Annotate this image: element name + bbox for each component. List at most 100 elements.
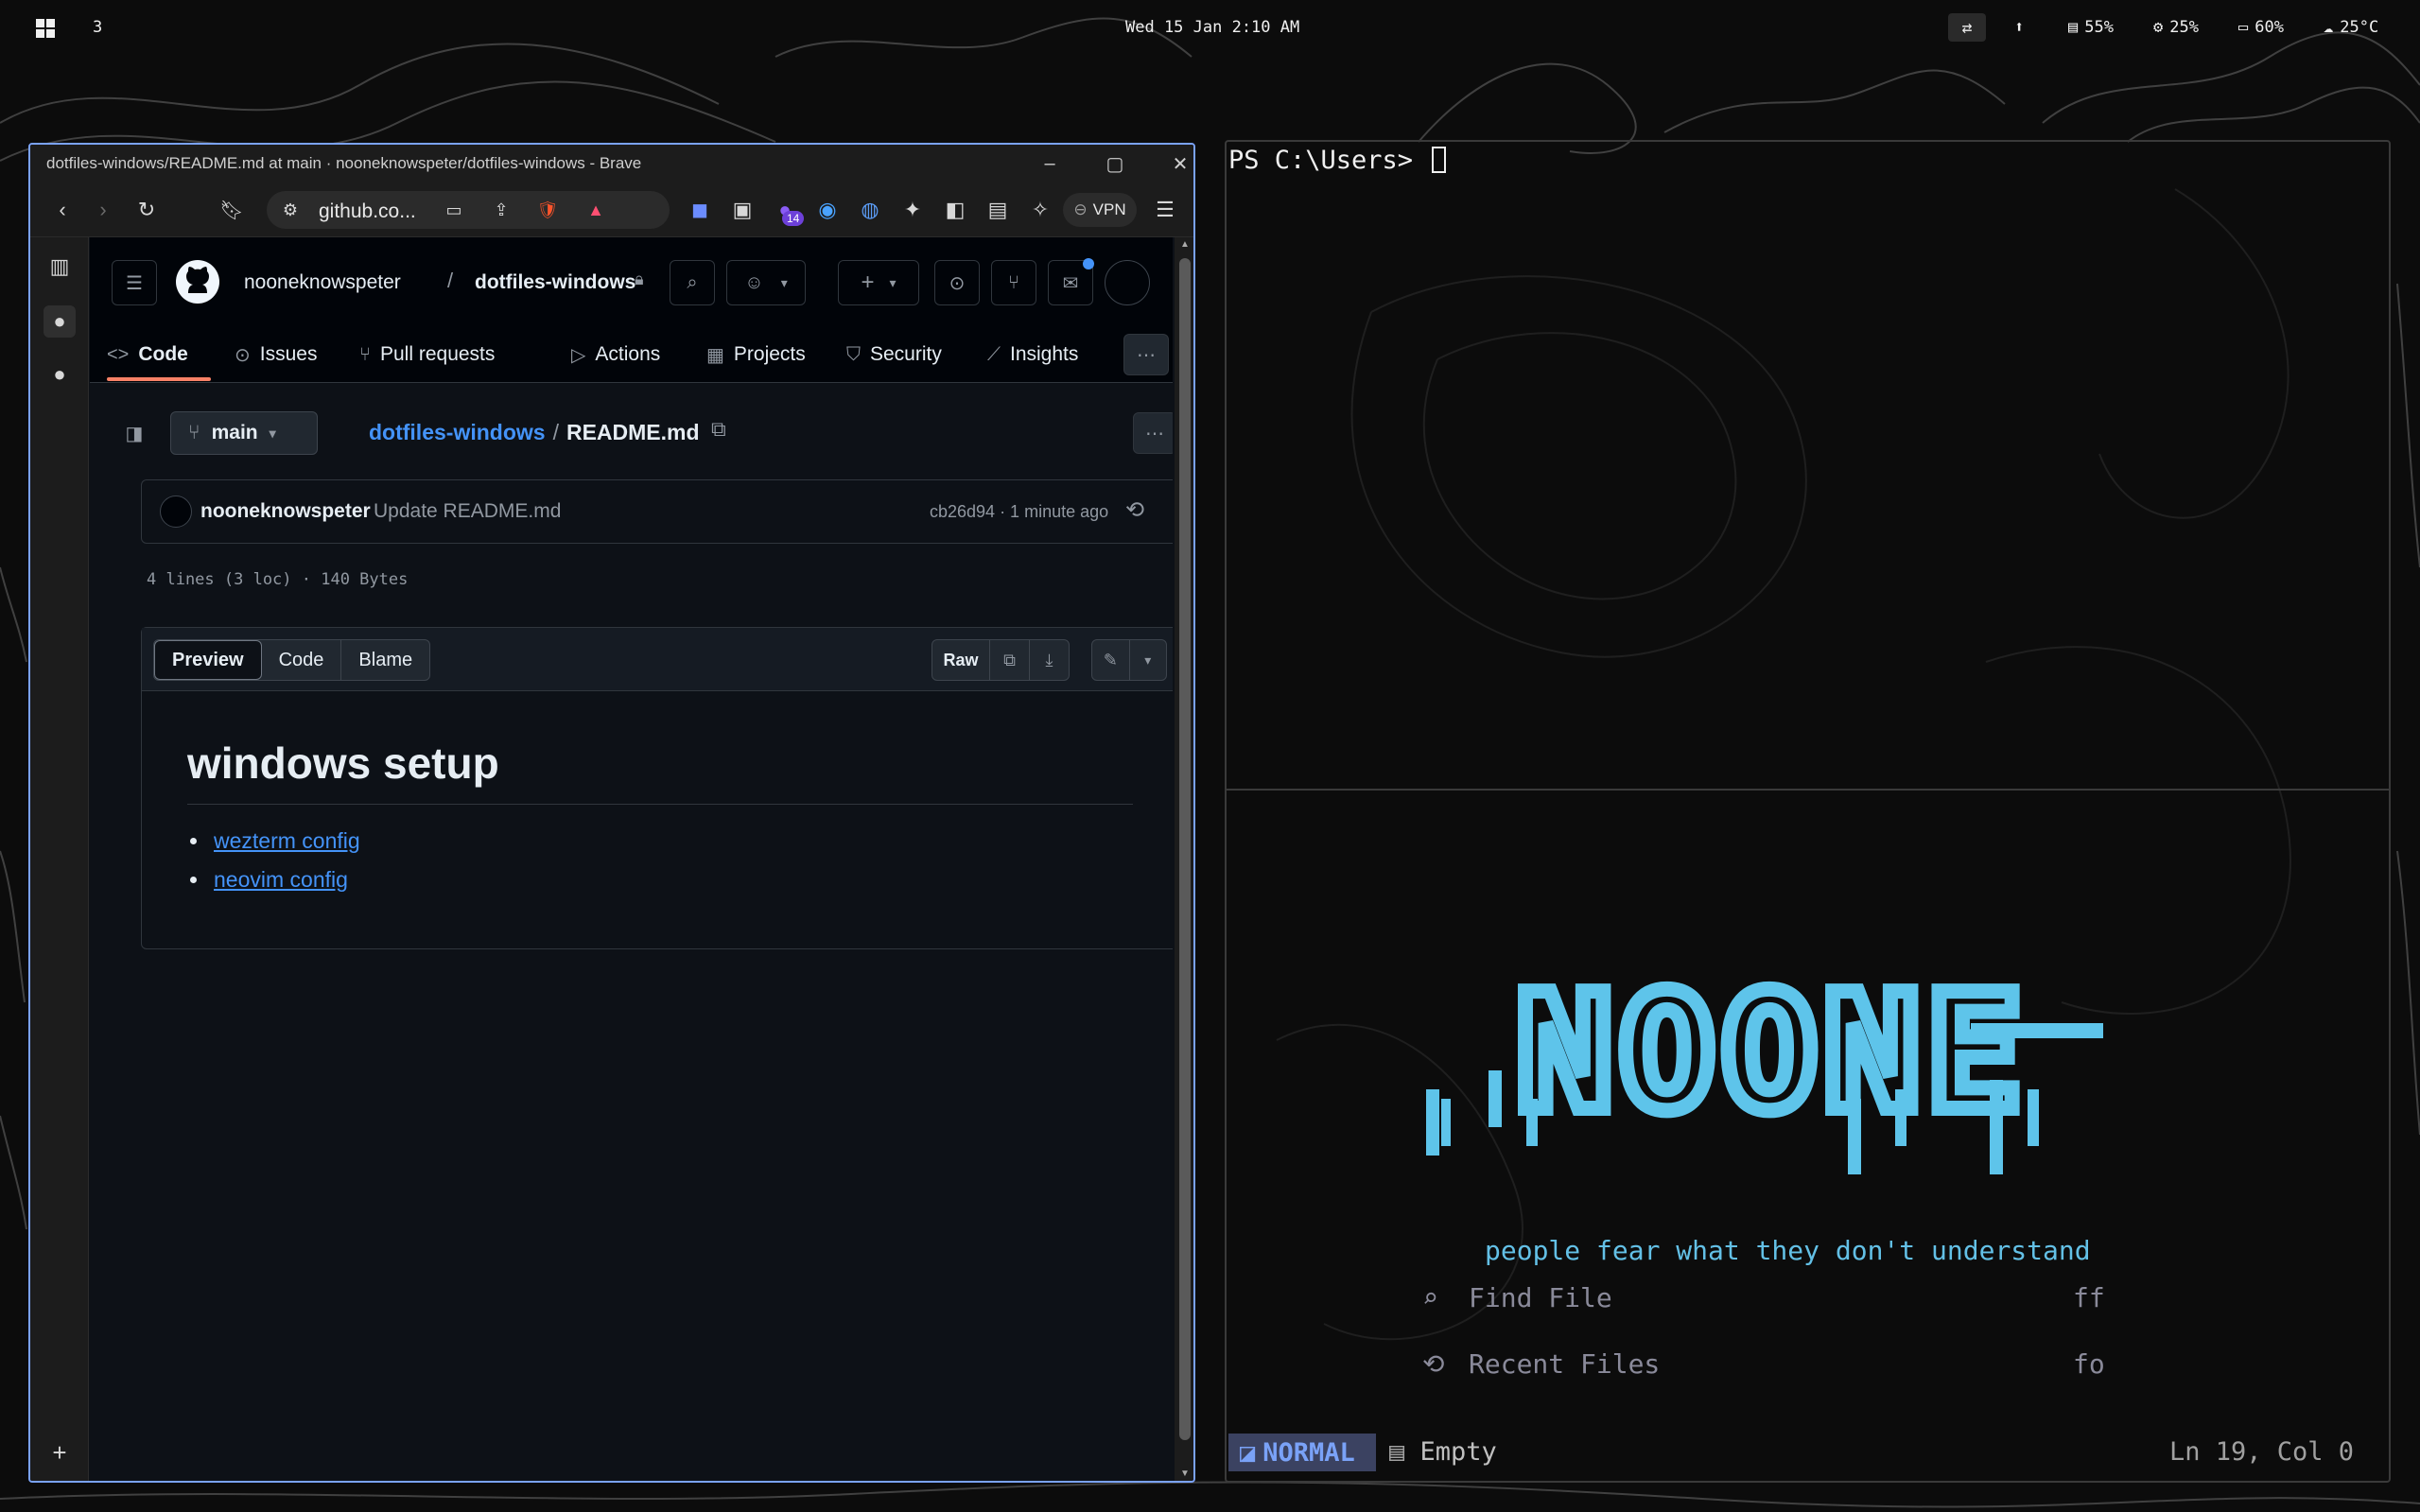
view-mode-toggle: Preview Code Blame <box>153 639 431 681</box>
pane-divider[interactable] <box>1227 789 2389 791</box>
tab-code[interactable]: <> Code <box>107 332 188 377</box>
close-icon[interactable]: ✕ <box>1161 145 1193 182</box>
back-icon[interactable]: ‹ <box>48 196 77 224</box>
copilot-button[interactable]: ☺ ▾ <box>726 260 806 305</box>
tab-code-view[interactable]: Code <box>262 640 341 680</box>
active-tab-underline <box>107 377 211 381</box>
shell-prompt: PS C:\Users> <box>1228 146 1429 175</box>
side-panel-icon[interactable]: ◨ <box>113 412 155 454</box>
tab-insights[interactable]: ⟋ Insights <box>987 332 1078 377</box>
wallet-icon[interactable]: ▤ <box>984 196 1012 224</box>
extension-icon[interactable]: ▣ <box>728 196 757 224</box>
powershell-pane[interactable]: PS C:\Users> <box>1228 146 1447 175</box>
download-icon[interactable]: ⤓ <box>1029 640 1069 680</box>
bitwarden-extension-icon[interactable]: ◼ <box>686 196 714 224</box>
more-tabs-button[interactable]: ⋯ <box>1123 334 1169 375</box>
chevron-down-icon: ▾ <box>780 274 788 290</box>
page-scrollbar[interactable]: ▲ ▼ <box>1175 237 1193 1481</box>
reload-icon[interactable]: ↻ <box>132 196 161 224</box>
edit-pencil-icon[interactable]: ✎ <box>1092 640 1129 680</box>
scrollbar-thumb[interactable] <box>1179 258 1191 1440</box>
vim-icon: ◪ <box>1240 1437 1256 1468</box>
play-icon: ▷ <box>571 344 586 366</box>
github-logo-icon[interactable] <box>175 259 220 304</box>
issues-icon[interactable]: ⊙ <box>934 260 980 305</box>
github-header: ☰ nooneknowspeter / dotfiles-windows 🔒︎ … <box>90 237 1173 383</box>
tab-issues[interactable]: ⊙ Issues <box>235 332 317 377</box>
tab-projects[interactable]: ▦ Projects <box>706 332 806 377</box>
top-status-bar: 3 Wed 15 Jan 2:10 AM ⇄ ⬆ ▤ 55% ⚙ 25% ▭ 60% … <box>0 0 2420 55</box>
brave-shields-icon[interactable]: 🛡︎ <box>533 196 562 224</box>
terminal-window[interactable]: PS C:\Users> NOONE people fear what they… <box>1225 140 2391 1483</box>
tab-pull-requests[interactable]: ⑂ Pull requests <box>359 332 495 377</box>
file-options-button[interactable]: ⋯ <box>1133 412 1173 454</box>
neovim-config-link[interactable]: neovim config <box>214 867 348 892</box>
chevron-down-icon: ▾ <box>889 274 897 290</box>
site-settings-icon[interactable]: ⚙ <box>276 196 305 224</box>
buffer-name: ▤ Empty <box>1389 1437 1497 1467</box>
github-icon[interactable]: ● <box>44 305 76 338</box>
breadcrumb: dotfiles-windows / README.md <box>369 420 700 444</box>
cast-icon[interactable]: ▭ <box>440 196 468 224</box>
hamburger-icon[interactable]: ☰ <box>112 260 157 305</box>
tab-blame[interactable]: Blame <box>340 640 429 680</box>
scroll-down-icon[interactable]: ▼ <box>1180 1469 1190 1479</box>
share-icon[interactable]: ⇪ <box>487 196 515 224</box>
file-viewer: Preview Code Blame Raw ⧉ ⤓ ✎ ▾ windows s… <box>141 627 1173 949</box>
readme-heading: windows setup <box>187 739 499 788</box>
shazam-extension-icon[interactable]: ◉ <box>813 196 842 224</box>
scroll-up-icon[interactable]: ▲ <box>1180 239 1190 250</box>
edit-actions: ✎ ▾ <box>1091 639 1167 681</box>
workspace-indicator[interactable]: 3 <box>93 18 102 37</box>
maximize-icon[interactable]: ▢ <box>1096 145 1134 182</box>
repo-owner-link[interactable]: nooneknowspeter <box>244 271 401 294</box>
list-item: wezterm config <box>210 828 360 854</box>
search-icon: ⌕ <box>1422 1281 1438 1313</box>
leo-ai-icon[interactable]: ✧ <box>1026 196 1054 224</box>
shield-icon: ⛉ <box>846 343 861 365</box>
memory-icon: ▤ <box>2068 18 2079 37</box>
tab-actions[interactable]: ▷ Actions <box>571 332 660 377</box>
find-file-shortcut: ff <box>2073 1281 2105 1313</box>
browser-window: dotfiles-windows/README.md at main · noo… <box>28 143 1195 1483</box>
url-text[interactable]: github.co... <box>319 200 416 223</box>
windows-logo-icon[interactable] <box>36 19 55 38</box>
minimize-icon[interactable]: – <box>1031 145 1069 182</box>
tab-preview[interactable]: Preview <box>154 640 262 680</box>
add-panel-icon[interactable]: + <box>44 1436 76 1469</box>
branch-selector[interactable]: ⑂ main ▾ <box>170 411 318 455</box>
swap-icon[interactable]: ⇄ <box>1948 13 1986 42</box>
vpn-button[interactable]: ⊖ VPN <box>1063 193 1137 227</box>
pull-requests-icon[interactable]: ⑂ <box>991 260 1036 305</box>
extensions-puzzle-icon[interactable]: ✦ <box>898 196 927 224</box>
sidebar-panel-icon[interactable]: ▥ <box>44 251 76 283</box>
breadcrumb-repo-link[interactable]: dotfiles-windows <box>369 420 546 444</box>
address-bar[interactable]: ⚙ github.co... ▭ ⇪ 🛡︎ ▲ <box>267 191 670 229</box>
pull-request-icon: ⑂ <box>359 343 371 365</box>
extension-icon-2[interactable]: ◍ <box>856 196 884 224</box>
commit-meta[interactable]: cb26d94 · 1 minute ago <box>930 502 1108 522</box>
menu-icon[interactable]: ☰ <box>1151 196 1179 224</box>
search-icon[interactable]: ⌕ <box>670 260 715 305</box>
tab-security[interactable]: ⛉ Security <box>846 332 942 377</box>
bookmark-icon[interactable]: 🔖︎ <box>218 196 246 224</box>
chevron-down-icon[interactable]: ▾ <box>1128 640 1167 680</box>
weather-icon: ☁ <box>2324 18 2334 37</box>
create-new-button[interactable]: + ▾ <box>838 260 919 305</box>
copy-path-icon[interactable]: ⧉ <box>711 417 726 442</box>
raw-button[interactable]: Raw <box>932 640 989 680</box>
forward-icon[interactable]: › <box>89 196 117 224</box>
github-icon-2[interactable]: ● <box>44 358 76 391</box>
history-icon[interactable]: ⟲ <box>1125 496 1144 524</box>
commit-author-avatar[interactable] <box>160 495 192 528</box>
sidebar-toggle-icon[interactable]: ◧ <box>941 196 969 224</box>
copy-icon[interactable]: ⧉ <box>989 640 1029 680</box>
wezterm-config-link[interactable]: wezterm config <box>214 828 360 853</box>
brave-rewards-icon[interactable]: ▲ <box>582 196 610 224</box>
commit-author[interactable]: nooneknowspeter <box>200 500 371 523</box>
commit-message[interactable]: Update README.md <box>374 500 561 523</box>
branch-icon: ⑂ <box>188 422 200 443</box>
copilot-icon: ☺ <box>744 271 764 293</box>
avatar[interactable] <box>1105 260 1150 305</box>
repo-name-link[interactable]: dotfiles-windows <box>475 271 635 294</box>
